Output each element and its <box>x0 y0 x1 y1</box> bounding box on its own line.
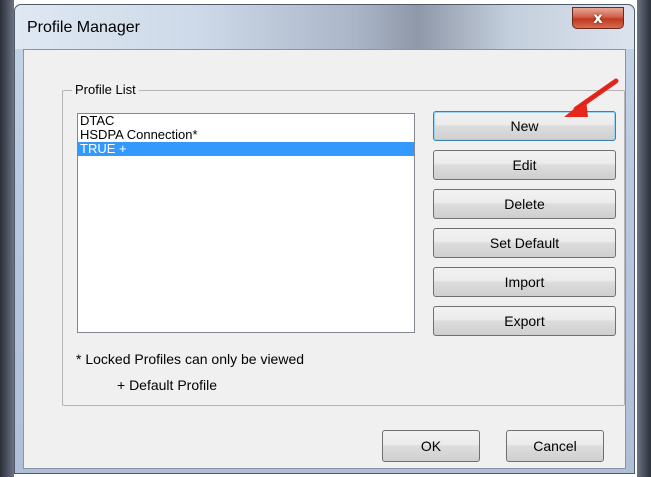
import-button[interactable]: Import <box>433 267 616 297</box>
close-button[interactable]: x <box>572 7 624 29</box>
list-item-selected[interactable]: TRUE + <box>78 142 414 156</box>
desktop-edge-right <box>637 0 651 477</box>
list-item[interactable]: DTAC <box>78 114 414 128</box>
cancel-button[interactable]: Cancel <box>506 430 604 462</box>
title-bar[interactable]: Profile Manager x <box>15 5 634 49</box>
default-profile-note: + Default Profile <box>117 377 217 393</box>
dialog-client-area: Profile List DTAC HSDPA Connection* TRUE… <box>23 49 626 469</box>
profile-manager-dialog: Profile Manager x Profile List DTAC HSDP… <box>14 4 635 474</box>
close-icon: x <box>593 9 603 27</box>
profile-list-group: Profile List DTAC HSDPA Connection* TRUE… <box>62 82 625 406</box>
desktop-edge-left <box>0 0 14 477</box>
set-default-button[interactable]: Set Default <box>433 228 616 258</box>
locked-profiles-note: * Locked Profiles can only be viewed <box>76 351 305 367</box>
edit-button[interactable]: Edit <box>433 150 616 180</box>
ok-button[interactable]: OK <box>382 430 480 462</box>
profile-listbox[interactable]: DTAC HSDPA Connection* TRUE + <box>77 113 415 333</box>
delete-button[interactable]: Delete <box>433 189 616 219</box>
group-label: Profile List <box>72 82 139 97</box>
list-item[interactable]: HSDPA Connection* <box>78 128 414 142</box>
red-arrow-icon <box>564 78 619 117</box>
window-title: Profile Manager <box>27 19 140 36</box>
export-button[interactable]: Export <box>433 306 616 336</box>
